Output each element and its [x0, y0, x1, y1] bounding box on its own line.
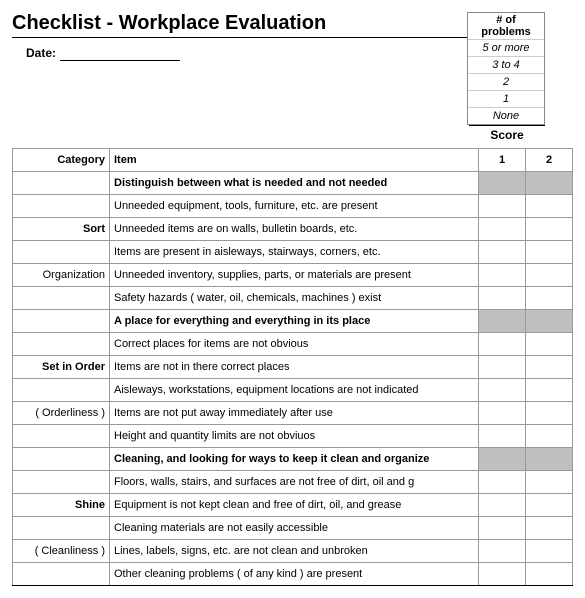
header-category: Category: [13, 149, 110, 172]
date-input[interactable]: [60, 44, 180, 61]
score-cell[interactable]: [479, 264, 526, 287]
item-cell: Unneeded inventory, supplies, parts, or …: [110, 264, 479, 287]
item-cell: Lines, labels, signs, etc. are not clean…: [110, 540, 479, 563]
score-cell[interactable]: [479, 494, 526, 517]
header-item: Item: [110, 149, 479, 172]
section-header: A place for everything and everything in…: [110, 310, 479, 333]
score-cell[interactable]: [479, 310, 526, 333]
item-cell: Equipment is not kept clean and free of …: [110, 494, 479, 517]
item-cell: Items are present in aisleways, stairway…: [110, 241, 479, 264]
item-cell: Height and quantity limits are not obviu…: [110, 425, 479, 448]
score-cell[interactable]: [526, 517, 573, 540]
item-cell: Safety hazards ( water, oil, chemicals, …: [110, 287, 479, 310]
score-cell[interactable]: [479, 333, 526, 356]
category-cell: [13, 471, 110, 494]
score-cell[interactable]: [479, 287, 526, 310]
score-cell[interactable]: [479, 172, 526, 195]
item-cell: Floors, walls, stairs, and surfaces are …: [110, 471, 479, 494]
item-cell: Items are not put away immediately after…: [110, 402, 479, 425]
category-cell: Shine: [13, 494, 110, 517]
score-cell[interactable]: [526, 287, 573, 310]
problems-level: 3 to 4: [468, 57, 544, 74]
problems-level: 5 or more: [468, 40, 544, 57]
category-cell: [13, 379, 110, 402]
date-label: Date:: [12, 46, 60, 60]
score-cell[interactable]: [526, 172, 573, 195]
category-cell: [13, 195, 110, 218]
category-cell: [13, 448, 110, 471]
category-cell: [13, 287, 110, 310]
category-cell: Sort: [13, 218, 110, 241]
item-cell: Cleaning materials are not easily access…: [110, 517, 479, 540]
category-cell: Organization: [13, 264, 110, 287]
problems-level: None: [468, 108, 544, 124]
score-cell[interactable]: [526, 448, 573, 471]
item-cell: Unneeded items are on walls, bulletin bo…: [110, 218, 479, 241]
score-label: Score: [469, 125, 545, 144]
score-cell[interactable]: [526, 195, 573, 218]
problems-header: # of problems: [468, 13, 544, 40]
category-cell: ( Orderliness ): [13, 402, 110, 425]
category-cell: [13, 310, 110, 333]
score-cell[interactable]: [479, 402, 526, 425]
item-cell: Items are not in there correct places: [110, 356, 479, 379]
score-cell[interactable]: [479, 379, 526, 402]
page-title: Checklist - Workplace Evaluation: [12, 12, 467, 37]
score-cell[interactable]: [526, 471, 573, 494]
score-cell[interactable]: [479, 425, 526, 448]
header-score-1: 1: [479, 149, 526, 172]
category-cell: [13, 333, 110, 356]
category-cell: [13, 517, 110, 540]
problems-level: 2: [468, 74, 544, 91]
score-cell[interactable]: [526, 218, 573, 241]
score-cell[interactable]: [479, 241, 526, 264]
score-cell[interactable]: [526, 494, 573, 517]
category-cell: Set in Order: [13, 356, 110, 379]
category-cell: ( Cleanliness ): [13, 540, 110, 563]
score-cell[interactable]: [479, 356, 526, 379]
score-cell[interactable]: [526, 241, 573, 264]
problems-level: 1: [468, 91, 544, 108]
score-cell[interactable]: [479, 195, 526, 218]
score-cell[interactable]: [479, 448, 526, 471]
score-cell[interactable]: [526, 540, 573, 563]
score-cell[interactable]: [526, 356, 573, 379]
score-cell[interactable]: [526, 333, 573, 356]
header-score-2: 2: [526, 149, 573, 172]
section-header: Distinguish between what is needed and n…: [110, 172, 479, 195]
item-cell: Other cleaning problems ( of any kind ) …: [110, 563, 479, 586]
item-cell: Correct places for items are not obvious: [110, 333, 479, 356]
category-cell: [13, 172, 110, 195]
score-cell[interactable]: [479, 563, 526, 586]
evaluation-table: Category Item 1 2 Distinguish between wh…: [12, 148, 573, 586]
title-underline: [12, 37, 467, 38]
score-cell[interactable]: [526, 264, 573, 287]
category-cell: [13, 425, 110, 448]
score-cell[interactable]: [526, 379, 573, 402]
score-cell[interactable]: [526, 563, 573, 586]
score-cell[interactable]: [479, 218, 526, 241]
category-cell: [13, 563, 110, 586]
score-cell[interactable]: [479, 517, 526, 540]
item-cell: Unneeded equipment, tools, furniture, et…: [110, 195, 479, 218]
problems-box: # of problems 5 or more 3 to 4 2 1 None: [467, 12, 545, 125]
category-cell: [13, 241, 110, 264]
score-cell[interactable]: [526, 402, 573, 425]
section-header: Cleaning, and looking for ways to keep i…: [110, 448, 479, 471]
score-cell[interactable]: [479, 540, 526, 563]
score-cell[interactable]: [526, 310, 573, 333]
score-cell[interactable]: [526, 425, 573, 448]
item-cell: Aisleways, workstations, equipment locat…: [110, 379, 479, 402]
score-cell[interactable]: [479, 471, 526, 494]
